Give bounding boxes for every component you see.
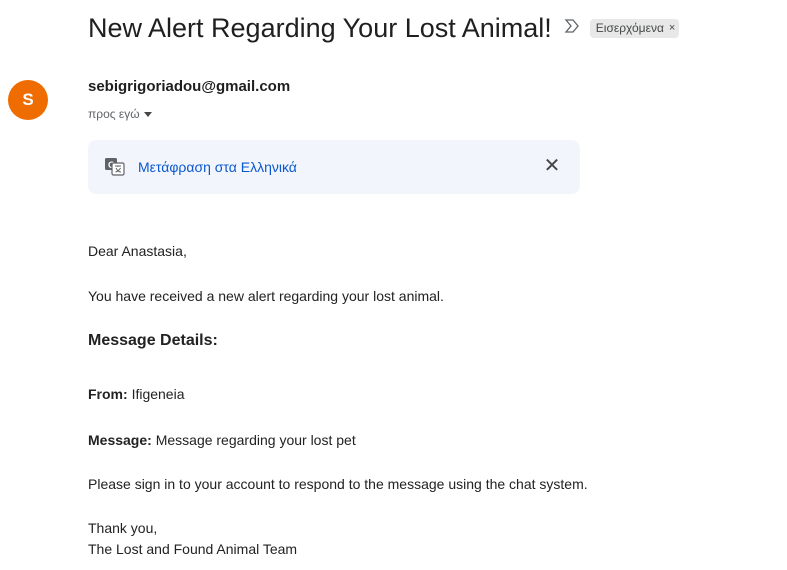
details-heading: Message Details: xyxy=(88,332,218,349)
sender-email[interactable]: sebigrigoriadou@gmail.com xyxy=(88,78,290,95)
translate-bar: G Μετάφραση στα Ελληνικά ✕ xyxy=(88,140,580,194)
from-value: Ifigeneia xyxy=(131,386,185,402)
recipient-details[interactable]: προς εγώ xyxy=(88,107,152,121)
recipient-text: προς εγώ xyxy=(88,107,140,121)
closing-text: Thank you, xyxy=(88,520,158,536)
translate-link[interactable]: Μετάφραση στα Ελληνικά xyxy=(138,159,297,175)
inbox-label-text: Εισερχόμενα xyxy=(595,20,664,35)
close-icon[interactable]: ✕ xyxy=(542,155,562,177)
greeting: Dear Anastasia, xyxy=(88,243,187,259)
inbox-label-chip[interactable]: Εισερχόμενα × xyxy=(589,18,680,38)
message-label: Message: xyxy=(88,432,152,448)
translate-icon: G xyxy=(105,158,125,176)
important-marker-icon[interactable] xyxy=(562,18,582,38)
signature-text: The Lost and Found Animal Team xyxy=(88,541,298,557)
chevron-down-icon[interactable] xyxy=(143,111,152,117)
message-line: Message: Message regarding your lost pet xyxy=(88,432,356,448)
sender-avatar[interactable]: S xyxy=(8,80,48,120)
email-subject: New Alert Regarding Your Lost Animal! xyxy=(88,12,552,43)
instructions-text: Please sign in to your account to respon… xyxy=(88,476,588,492)
subject-row: New Alert Regarding Your Lost Animal! Ει… xyxy=(88,6,787,50)
remove-label-icon[interactable]: × xyxy=(669,22,675,34)
from-label: From: xyxy=(88,386,128,402)
avatar-letter: S xyxy=(22,90,34,109)
message-value: Message regarding your lost pet xyxy=(155,432,356,448)
from-line: From: Ifigeneia xyxy=(88,386,185,402)
intro-text: You have received a new alert regarding … xyxy=(88,288,444,304)
